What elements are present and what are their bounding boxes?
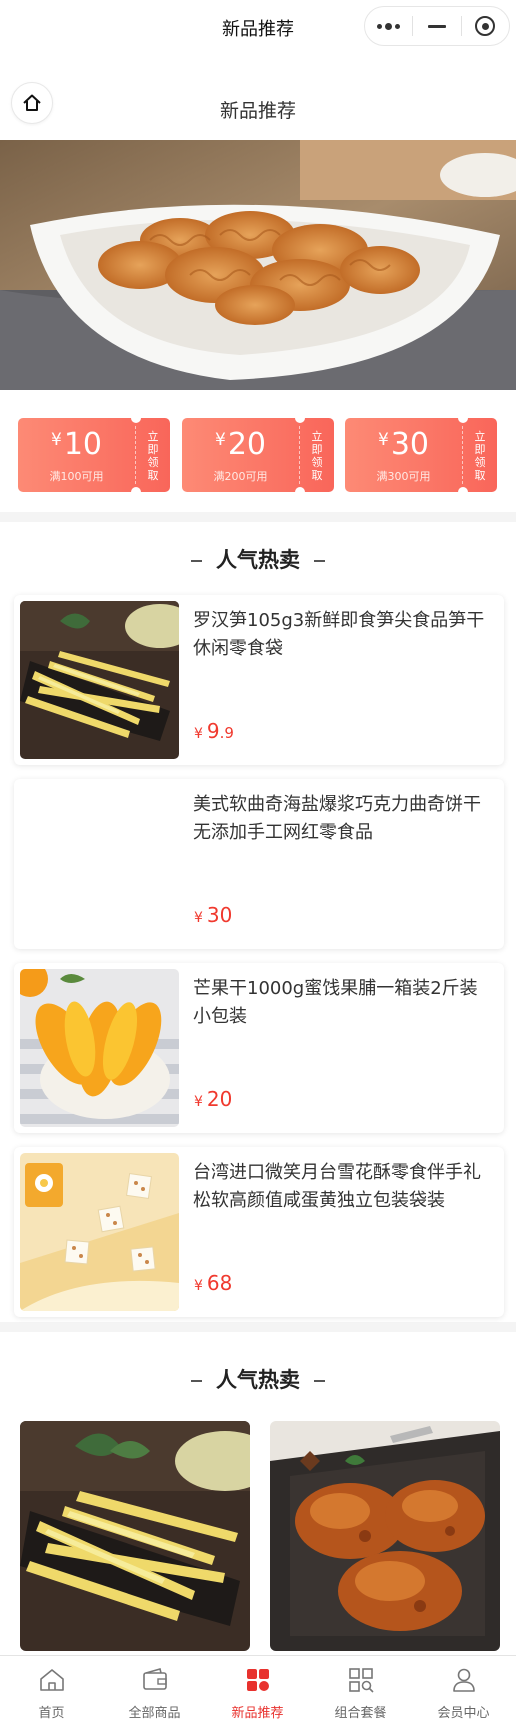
product-image[interactable] — [20, 1153, 179, 1311]
page: 新品推荐 新品推荐 ¥10 满100可用 立即领取 ¥20 满200可用 立即领… — [0, 0, 516, 1723]
minus-icon — [427, 24, 446, 28]
tab-label: 首页 — [38, 1706, 65, 1721]
tab-home[interactable]: 首页 — [0, 1656, 103, 1723]
grid-search-icon — [349, 1668, 374, 1693]
coupon-amount: ¥30 — [377, 427, 429, 462]
target-icon — [475, 16, 496, 36]
product-price: ¥68 — [194, 1271, 233, 1295]
tab-label: 全部商品 — [128, 1706, 181, 1721]
product-price: ¥30 — [194, 903, 233, 927]
coupon-condition: 满100可用 — [49, 470, 104, 483]
section-title: 人气热卖 — [0, 544, 516, 574]
wallet-icon — [143, 1668, 167, 1690]
product-card[interactable]: 罗汉笋105g3新鲜即食笋尖食品笋干休闲零食袋 ¥9.9 — [14, 595, 504, 765]
coupon-card[interactable]: ¥30 满300可用 立即领取 — [345, 418, 497, 492]
page-header: 新品推荐 — [0, 56, 516, 140]
product-image[interactable] — [20, 601, 179, 759]
tab-new-products[interactable]: 新品推荐 — [206, 1656, 309, 1723]
tab-label: 组合套餐 — [334, 1706, 387, 1721]
capsule-menu — [364, 6, 510, 46]
hot-list-section: 人气热卖 罗汉笋105g3新鲜即食笋尖食品笋干休闲零食袋 ¥ 9.9 美式软曲奇… — [0, 522, 516, 1322]
product-image[interactable] — [20, 785, 179, 943]
coupon-condition: 满300可用 — [376, 470, 431, 483]
tab-all-products[interactable]: 全部商品 — [103, 1656, 206, 1723]
page-title: 新品推荐 — [219, 100, 296, 122]
grid-product-card[interactable] — [20, 1421, 250, 1651]
tab-label: 新品推荐 — [231, 1706, 284, 1721]
product-card[interactable]: 台湾进口微笑月台雪花酥零食伴手礼松软高颜值咸蛋黄独立包装袋装 ¥68 — [14, 1147, 504, 1317]
close-button[interactable] — [462, 7, 509, 45]
navbar: 新品推荐 — [0, 0, 516, 56]
coupon-claim-button[interactable]: 立即领取 — [310, 430, 324, 482]
grid-product-card[interactable] — [270, 1421, 500, 1651]
home-icon — [40, 1669, 64, 1691]
coupon-amount: ¥20 — [214, 427, 266, 462]
coupon-section: ¥10 满100可用 立即领取 ¥20 满200可用 立即领取 ¥30 满300… — [0, 390, 516, 512]
coupon-card[interactable]: ¥20 满200可用 立即领取 — [182, 418, 334, 492]
product-name: 罗汉笋105g3新鲜即食笋尖食品笋干休闲零食袋 — [193, 610, 485, 659]
grid-icon — [247, 1669, 269, 1691]
coupon-card[interactable]: ¥10 满100可用 立即领取 — [18, 418, 170, 492]
coupon-condition: 满200可用 — [213, 470, 268, 483]
product-name: 台湾进口微笑月台雪花酥零食伴手礼松软高颜值咸蛋黄独立包装袋装 — [193, 1162, 481, 1211]
tab-member[interactable]: 会员中心 — [412, 1656, 515, 1723]
product-price: ¥9.9 — [194, 719, 234, 743]
coupon-claim-button[interactable]: 立即领取 — [473, 430, 487, 482]
coupon-claim-button[interactable]: 立即领取 — [146, 430, 160, 482]
product-price: ¥20 — [194, 1087, 233, 1111]
coupon-amount: ¥10 — [50, 427, 102, 462]
product-name: 芒果干1000g蜜饯果脯一箱装2斤装小包装 — [193, 978, 478, 1027]
section-title: 人气热卖 — [0, 1364, 516, 1394]
more-dots-icon — [377, 22, 401, 30]
product-image[interactable] — [20, 969, 179, 1127]
tab-label: 会员中心 — [437, 1706, 490, 1721]
product-card[interactable]: 美式软曲奇海盐爆浆巧克力曲奇饼干无添加手工网红零食品 ¥30 — [14, 779, 504, 949]
product-card[interactable]: 芒果干1000g蜜饯果脯一箱装2斤装小包装 ¥20 — [14, 963, 504, 1133]
minimize-button[interactable] — [413, 7, 460, 45]
tab-combo[interactable]: 组合套餐 — [309, 1656, 412, 1723]
user-icon — [453, 1668, 475, 1692]
banner-image[interactable] — [0, 140, 516, 390]
tab-bar: 首页 全部商品 新品推荐 组合套餐 会员中心 — [0, 1655, 516, 1723]
more-button[interactable] — [365, 7, 412, 45]
product-name: 美式软曲奇海盐爆浆巧克力曲奇饼干无添加手工网红零食品 — [193, 794, 481, 843]
